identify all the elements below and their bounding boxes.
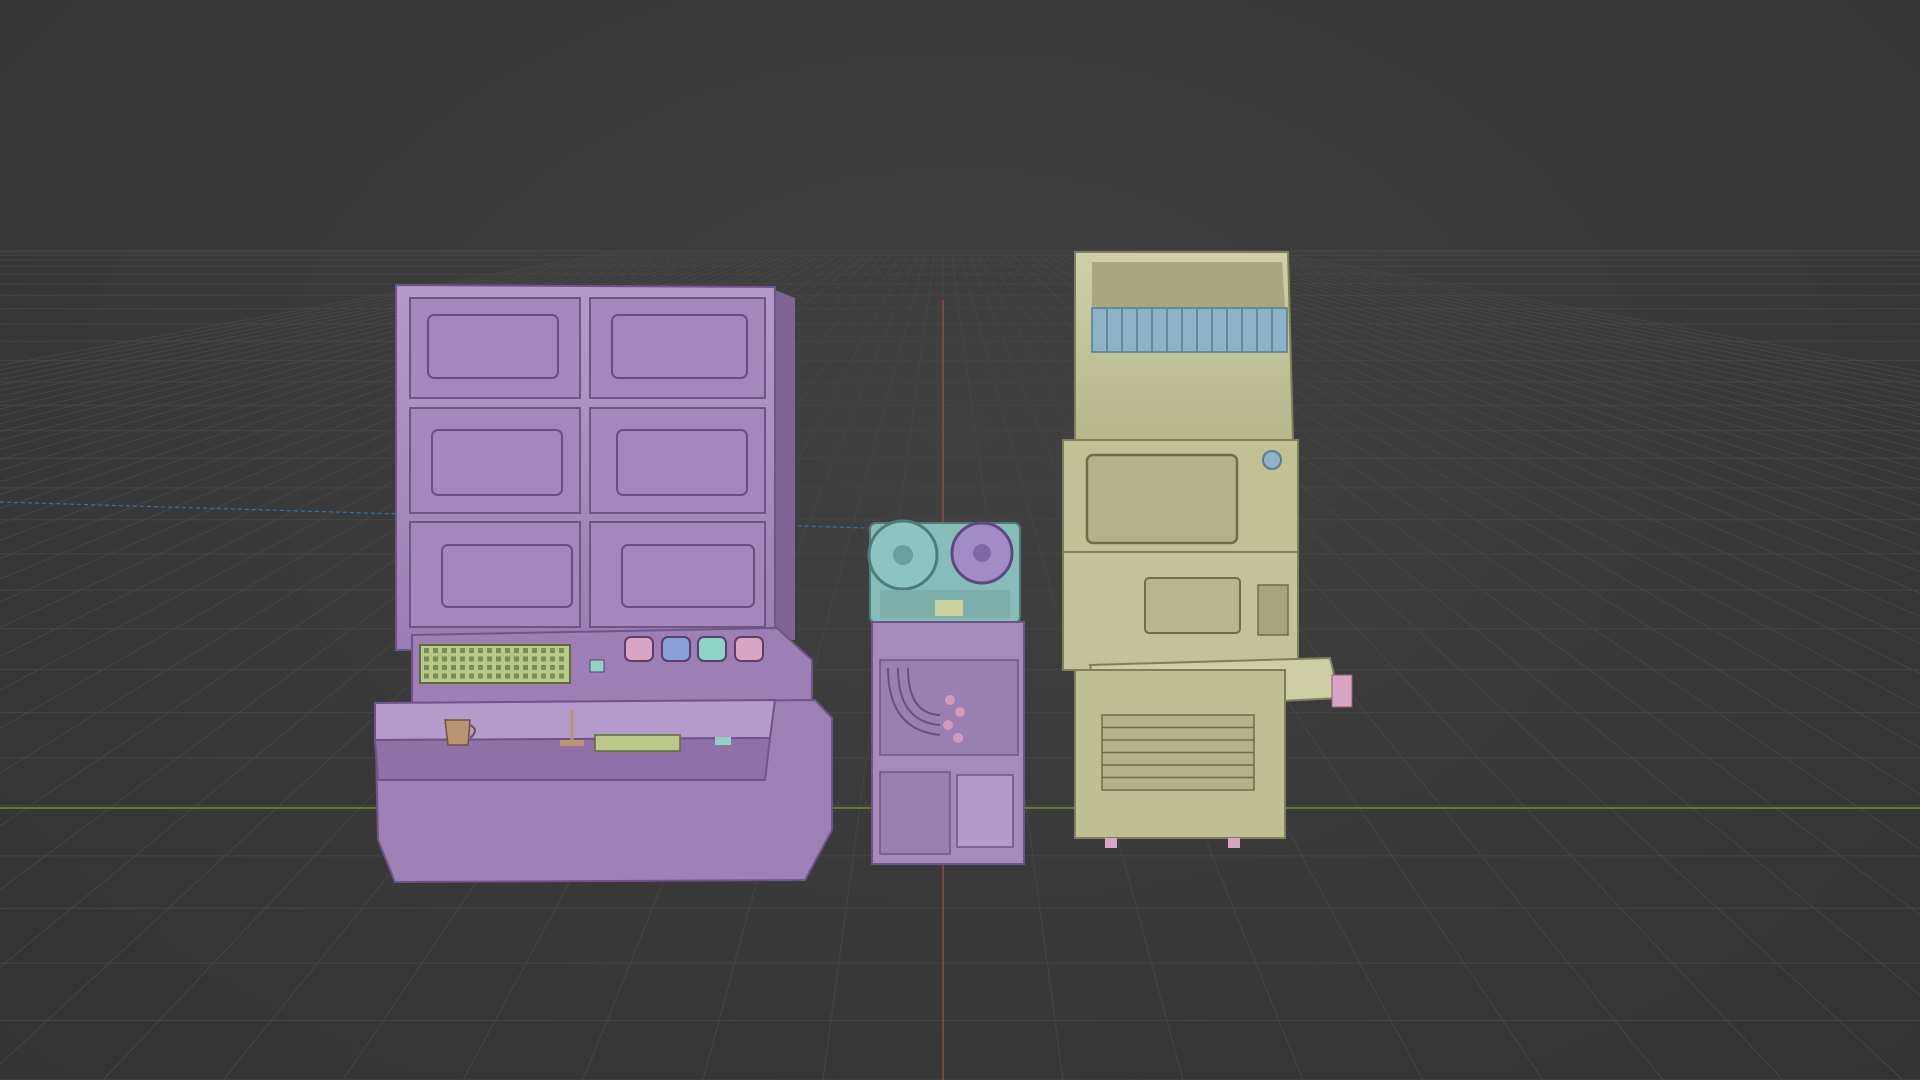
3d-viewport[interactable] [0,0,1920,1080]
reel-to-reel-tape-unit[interactable] [867,519,1021,624]
viewport-canvas[interactable] [0,0,1920,1080]
mainframe-console[interactable] [373,283,833,884]
rack-cabinet[interactable] [871,621,1025,865]
